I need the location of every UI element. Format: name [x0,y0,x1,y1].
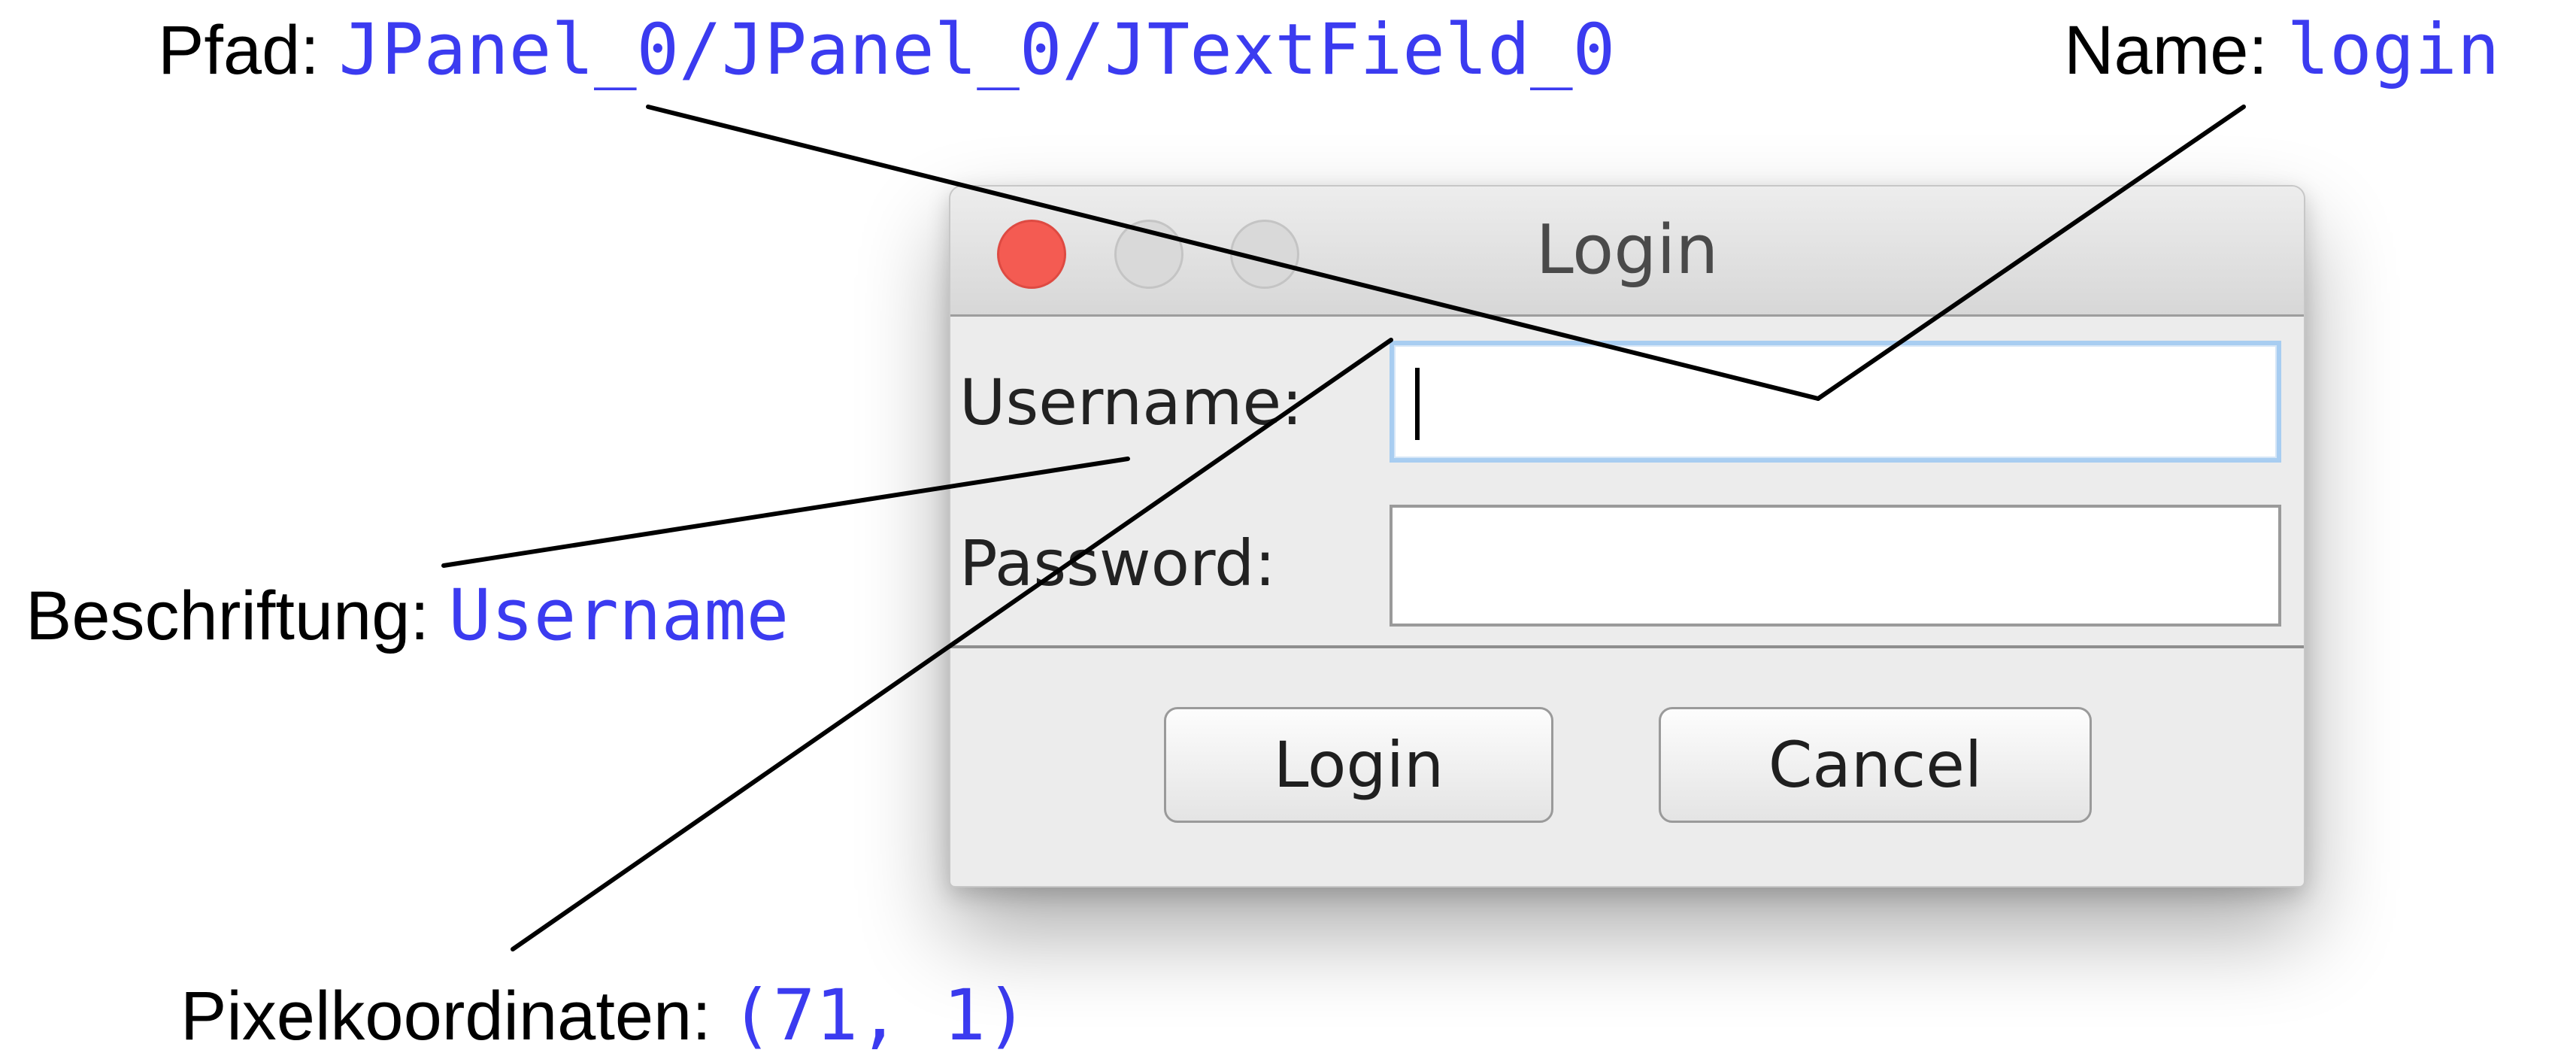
text-cursor [1415,368,1420,440]
login-button[interactable]: Login [1164,707,1553,823]
caption-annotation: Beschriftung: Username [26,581,789,651]
path-annotation-value: JPanel_0/JPanel_0/JTextField_0 [338,9,1616,91]
title-bar[interactable]: Login [950,187,2304,317]
password-field[interactable] [1390,505,2281,627]
path-annotation-label: Pfad: [158,12,320,89]
path-annotation: Pfad: JPanel_0/JPanel_0/JTextField_0 [158,15,1615,86]
form-panel: Username: Password: [950,317,2304,648]
window-title: Login [1535,211,1719,290]
caption-annotation-label: Beschriftung: [26,578,429,654]
name-annotation-value: login [2287,9,2500,91]
name-annotation-label: Name: [2064,12,2268,89]
cancel-button[interactable]: Cancel [1659,707,2092,823]
caption-annotation-value: Username [448,575,789,657]
coordinates-annotation: Pixelkoordinaten: (71, 1) [180,981,1029,1051]
password-label: Password: [959,526,1276,600]
coordinates-annotation-value: (71, 1) [730,975,1029,1057]
coordinates-annotation-label: Pixelkoordinaten: [180,978,711,1054]
username-label: Username: [959,366,1303,439]
name-annotation: Name: login [2064,15,2500,86]
login-dialog: Login Username: Password: Login Cancel [949,185,2305,888]
username-field[interactable] [1390,341,2281,463]
